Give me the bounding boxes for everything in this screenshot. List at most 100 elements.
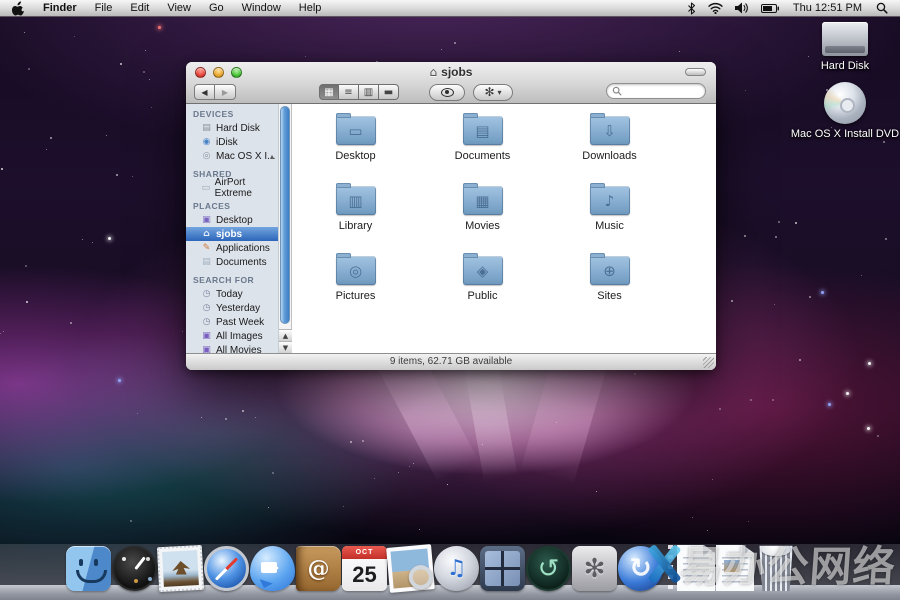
- sidebar-item-desktop[interactable]: ▣Desktop: [186, 213, 278, 227]
- scrollbar-thumb[interactable]: [280, 106, 290, 324]
- dock-icon-stack-downloads[interactable]: [716, 545, 754, 591]
- menu-finder[interactable]: Finder: [34, 0, 86, 16]
- search-input[interactable]: [606, 83, 706, 99]
- desktop-icon-install-dvd[interactable]: Mac OS X Install DVD: [782, 82, 900, 140]
- sidebar-item-documents[interactable]: ▤Documents: [186, 255, 278, 269]
- sidebar-item-hard-disk[interactable]: ▤Hard Disk: [186, 121, 278, 135]
- folder-desktop[interactable]: ▭Desktop: [292, 112, 419, 182]
- action-menu-button[interactable]: ✻ ▾: [473, 84, 513, 101]
- menu-file[interactable]: File: [86, 0, 122, 16]
- dock-icon-preview[interactable]: [386, 544, 435, 593]
- resize-grip[interactable]: [703, 357, 714, 368]
- folder-label: Downloads: [546, 150, 673, 162]
- sidebar-item-label: sjobs: [216, 229, 242, 240]
- scroll-up-button[interactable]: ▲: [279, 329, 292, 341]
- dock-icon-ical[interactable]: OCT25: [342, 546, 387, 591]
- folder-documents[interactable]: ▤Documents: [419, 112, 546, 182]
- sidebar-item-idisk[interactable]: ◉iDisk: [186, 135, 278, 149]
- star: [748, 521, 749, 522]
- sidebar-scrollbar[interactable]: ▲ ▼: [279, 104, 292, 353]
- star: [795, 222, 797, 224]
- scroll-down-button[interactable]: ▼: [279, 341, 292, 353]
- star: [419, 529, 420, 530]
- bluetooth-icon[interactable]: [683, 2, 700, 15]
- desktop-icon-hard-disk[interactable]: Hard Disk: [797, 22, 893, 72]
- calendar-day-label: 25: [342, 559, 387, 591]
- star: [26, 301, 28, 303]
- star: [809, 296, 811, 298]
- column-view-button[interactable]: ▥: [359, 84, 379, 100]
- dock-icon-itunes[interactable]: ♫: [434, 546, 479, 591]
- menu-window[interactable]: Window: [233, 0, 290, 16]
- dock-icon-time-machine[interactable]: ↺: [526, 546, 571, 591]
- menu-go[interactable]: Go: [200, 0, 233, 16]
- sidebar-item-today[interactable]: ◷Today: [186, 287, 278, 301]
- clock-icon: ◷: [200, 317, 213, 327]
- music-glyph-icon: ♪: [590, 186, 630, 215]
- folder-music[interactable]: ♪Music: [546, 182, 673, 252]
- coverflow-view-button[interactable]: ▬: [379, 84, 399, 100]
- dock-icon-system-preferences[interactable]: ✻: [572, 546, 617, 591]
- menu-help[interactable]: Help: [290, 0, 331, 16]
- toolbar-toggle-button[interactable]: [685, 68, 706, 76]
- sidebar-item-airport-extreme[interactable]: ▭AirPort Extreme: [186, 181, 278, 195]
- dock-icon-dashboard[interactable]: [112, 546, 157, 591]
- quick-look-button[interactable]: [429, 84, 465, 101]
- back-button[interactable]: ◀: [194, 84, 215, 100]
- dock-icon-address-book[interactable]: @: [296, 546, 341, 591]
- spotlight-icon[interactable]: [872, 2, 892, 14]
- folder-pictures[interactable]: ◎Pictures: [292, 252, 419, 322]
- star: [556, 422, 557, 423]
- apple-menu[interactable]: [0, 1, 34, 16]
- sidebar-item-all-images[interactable]: ▣All Images: [186, 329, 278, 343]
- sidebar-item-applications[interactable]: ✎Applications: [186, 241, 278, 255]
- dock-icon-stack-documents[interactable]: [677, 545, 715, 591]
- window-titlebar[interactable]: ⌂sjobs ◀ ▶ ▦ ≡ ▥ ▬ ✻ ▾: [186, 62, 716, 104]
- dock-icon-ichat[interactable]: [250, 546, 295, 591]
- star: [413, 463, 414, 464]
- battery-icon[interactable]: [757, 4, 783, 13]
- documents-glyph-icon: ▤: [463, 116, 503, 145]
- list-view-button[interactable]: ≡: [339, 84, 359, 100]
- star: [118, 379, 121, 382]
- chevron-down-icon: ▾: [498, 88, 502, 97]
- dock-icon-mail[interactable]: [157, 545, 204, 592]
- star: [883, 141, 885, 143]
- sidebar-item-sjobs[interactable]: ⌂sjobs: [186, 227, 278, 241]
- sidebar-item-label: AirPort Extreme: [215, 177, 278, 199]
- volume-icon[interactable]: [731, 2, 753, 14]
- dock-icon-spaces[interactable]: [480, 546, 525, 591]
- folder-movies[interactable]: ▦Movies: [419, 182, 546, 252]
- menu-edit[interactable]: Edit: [121, 0, 158, 16]
- star: [149, 79, 150, 80]
- menu-view[interactable]: View: [158, 0, 200, 16]
- dock-icon-finder[interactable]: [66, 546, 111, 591]
- dock-icon-safari[interactable]: [204, 546, 249, 591]
- eject-icon[interactable]: ▴: [270, 152, 274, 161]
- sidebar-item-mac-os-x-i-[interactable]: ◎Mac OS X I...▴: [186, 149, 278, 163]
- star: [116, 174, 118, 176]
- forward-button[interactable]: ▶: [215, 84, 236, 100]
- star: [772, 399, 774, 401]
- folder-public[interactable]: ◈Public: [419, 252, 546, 322]
- star: [343, 506, 344, 507]
- folder-label: Public: [419, 290, 546, 302]
- status-bar: 9 items, 62.71 GB available: [186, 353, 716, 370]
- star: [255, 417, 256, 418]
- icon-view-button[interactable]: ▦: [319, 84, 339, 100]
- dock-icon-software-update[interactable]: ↻: [618, 546, 663, 591]
- menu-clock[interactable]: Thu 12:51 PM: [787, 2, 868, 14]
- sites-glyph-icon: ⊕: [590, 256, 630, 285]
- sidebar-item-all-movies[interactable]: ▣All Movies: [186, 343, 278, 353]
- sidebar-item-past-week[interactable]: ◷Past Week: [186, 315, 278, 329]
- folder-icon: ⊕: [590, 256, 630, 285]
- folder-sites[interactable]: ⊕Sites: [546, 252, 673, 322]
- star: [0, 333, 1, 334]
- folder-library[interactable]: ▥Library: [292, 182, 419, 252]
- wifi-icon[interactable]: [704, 2, 727, 14]
- sidebar-item-yesterday[interactable]: ◷Yesterday: [186, 301, 278, 315]
- dock-icon-trash[interactable]: [755, 544, 797, 591]
- folder-downloads[interactable]: ⇩Downloads: [546, 112, 673, 182]
- desktop: FinderFileEditViewGoWindowHelp: [0, 0, 900, 600]
- star: [268, 507, 269, 508]
